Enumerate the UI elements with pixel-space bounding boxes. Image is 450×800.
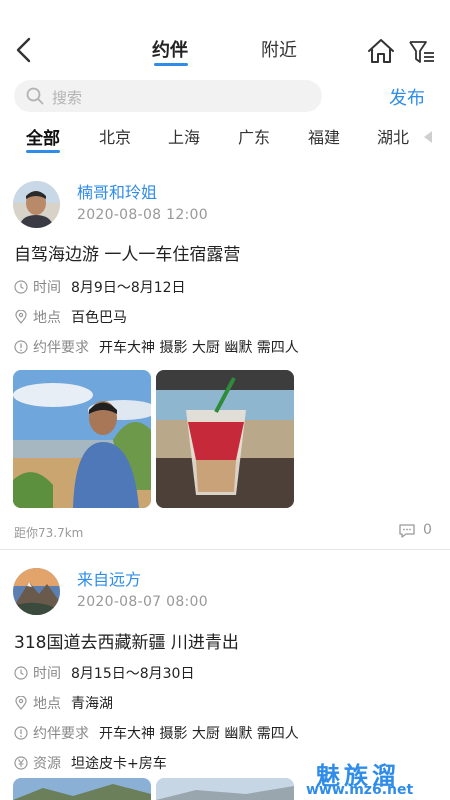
region-tab-beijing[interactable]: 北京 [99,124,131,148]
post-distance: 距你73.7km [14,526,84,540]
clock-icon [14,666,28,680]
post-resource-row: 资源 坦途皮卡+房车 [14,753,167,773]
time-value: 8月9日～8月12日 [71,280,186,296]
info-icon [14,340,28,354]
place-label: 地点 [33,310,61,326]
watermark-logo: 魅族溜 www.mz6.net [306,756,446,800]
region-tab-fujian[interactable]: 福建 [308,124,340,148]
region-tab-shanghai[interactable]: 上海 [168,124,200,148]
region-active-indicator [26,150,60,153]
scroll-left-arrow-icon[interactable] [424,131,432,143]
requirements-value: 开车大神 摄影 大厨 幽默 需四人 [99,340,299,356]
requirements-label: 约伴要求 [33,726,89,742]
back-arrow-icon[interactable] [12,36,36,64]
post-photo[interactable] [13,778,151,800]
search-input[interactable]: 搜索 [14,80,322,112]
post-username[interactable]: 来自远方 [77,566,141,590]
post-time-row: 时间 8月9日～8月12日 [14,277,186,297]
filter-icon[interactable] [408,39,436,65]
post-requirements-row: 约伴要求 开车大神 摄影 大厨 幽默 需四人 [14,723,299,743]
watermark-url: www.mz6.net [306,782,414,798]
post-date: 2020-08-08 12:00 [77,207,208,223]
resource-label: 资源 [33,756,61,772]
place-value: 百色巴马 [71,310,127,326]
location-pin-icon [15,310,27,324]
post-place-row: 地点 百色巴马 [14,307,127,327]
post-photo[interactable] [13,370,151,508]
search-placeholder: 搜索 [52,89,83,107]
post-date: 2020-08-07 08:00 [77,594,208,610]
post-title: 318国道去西藏新疆 川进青出 [14,633,239,653]
post-time-row: 时间 8月15日～8月30日 [14,663,194,683]
clock-icon [14,280,28,294]
requirements-label: 约伴要求 [33,340,89,356]
time-label: 时间 [33,280,61,296]
region-tab-all[interactable]: 全部 [26,124,60,149]
top-bar: 约伴 附近 [0,0,450,78]
requirements-value: 开车大神 摄影 大厨 幽默 需四人 [99,726,299,742]
post-requirements-row: 约伴要求 开车大神 摄影 大厨 幽默 需四人 [14,337,299,357]
tab-yueban[interactable]: 约伴 [152,36,188,62]
publish-button[interactable]: 发布 [389,84,425,110]
post-divider [0,549,450,550]
place-label: 地点 [33,696,61,712]
home-icon[interactable] [367,38,395,64]
time-value: 8月15日～8月30日 [71,666,195,682]
search-icon [26,87,44,105]
post-place-row: 地点 青海湖 [14,693,113,713]
post-title: 自驾海边游 一人一车住宿露营 [14,245,241,265]
comment-icon[interactable] [398,523,416,539]
region-tab-guangdong[interactable]: 广东 [238,124,270,148]
region-tab-hubei[interactable]: 湖北 [377,124,409,148]
yuan-icon [14,756,28,770]
comment-count: 0 [423,522,432,538]
place-value: 青海湖 [71,696,113,712]
tab-active-indicator [154,63,188,66]
post-photo[interactable] [156,778,294,800]
info-icon [14,726,28,740]
time-label: 时间 [33,666,61,682]
region-tabs: 全部 北京 上海 广东 福建 湖北 [0,122,450,154]
avatar[interactable] [13,181,60,228]
resource-value: 坦途皮卡+房车 [71,756,167,772]
post-photo[interactable] [156,370,294,508]
post-username[interactable]: 楠哥和玲姐 [77,179,157,203]
tab-nearby[interactable]: 附近 [261,36,297,62]
location-pin-icon [15,696,27,710]
avatar[interactable] [13,568,60,615]
